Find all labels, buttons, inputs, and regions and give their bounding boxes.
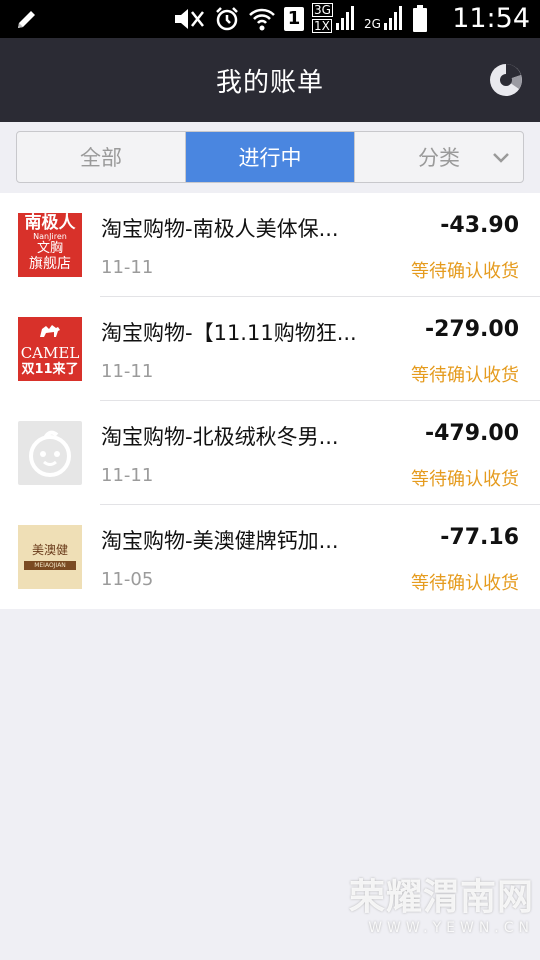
battery-icon [413,5,427,32]
status-bar: 1 3G 1X 2G 11:54 [0,0,540,38]
page-title: 我的账单 [215,68,324,98]
chevron-down-icon [493,153,509,163]
bill-status: 等待确认收货 [411,365,519,386]
bill-date: 11-11 [101,361,154,382]
bill-title: 淘宝购物-北极绒秋冬男... [101,425,339,449]
logo-text: NanJiren [33,232,67,241]
watermark-url: WWW.YEWN.CN [368,920,534,936]
tab-in-progress-label: 进行中 [238,146,302,170]
logo-text: 美澳健 [31,543,68,557]
mute-icon [175,9,204,29]
network-2g-label: 2G [364,17,381,31]
status-icons: 1 3G 1X 2G [172,3,428,33]
bill-date: 11-05 [101,569,154,590]
network-3g-label: 3G [312,3,333,17]
bill-status: 等待确认收货 [411,261,519,282]
pencil-icon [18,11,35,28]
segmented-control: 全部 进行中 分类 [16,131,524,183]
bill-row[interactable]: 南极人 NanJiren 文胸 旗舰店 淘宝购物-南极人美体保... 11-11… [0,193,540,297]
tab-category-label: 分类 [418,146,460,170]
signal-bars-icon [336,6,354,30]
watermark: 荣耀渭南网 WWW.YEWN.CN [334,868,534,938]
network-2g-indicator: 2G [364,5,404,33]
bill-title: 淘宝购物-美澳健牌钙加... [101,529,339,553]
filter-tabs-bar: 全部 进行中 分类 [0,122,540,192]
bill-row[interactable]: 美澳健 MEIAOJIAN 淘宝购物-美澳健牌钙加... 11-05 -77.1… [0,505,540,609]
bill-row[interactable]: CAMEL 双11来了 淘宝购物-【11.11购物狂... 11-11 -279… [0,297,540,401]
sim-slot-badge: 1 [284,7,304,31]
bill-list: 南极人 NanJiren 文胸 旗舰店 淘宝购物-南极人美体保... 11-11… [0,193,540,609]
logo-text: 旗舰店 [29,256,71,272]
merchant-logo: 美澳健 MEIAOJIAN [18,525,82,589]
merchant-logo: 南极人 NanJiren 文胸 旗舰店 [18,213,82,277]
bill-amount: -43.90 [440,213,519,238]
network-1x-label: 1X [312,19,332,33]
logo-text: 文胸 [36,241,63,256]
merchant-logo: CAMEL 双11来了 [18,317,82,381]
bill-date: 11-11 [101,257,154,278]
bill-status: 等待确认收货 [411,573,519,594]
nav-bar: 我的账单 [0,38,540,122]
default-avatar-icon [29,430,71,477]
bill-amount: -479.00 [424,421,519,446]
pie-chart-icon[interactable] [488,62,524,98]
watermark-title: 荣耀渭南网 [348,876,534,918]
camel-icon [40,325,60,337]
bill-amount: -279.00 [424,317,519,342]
logo-text: MEIAOJIAN [24,561,76,570]
logo-text: 双11来了 [21,362,79,377]
network-3g-1x-indicator: 3G 1X [312,3,356,33]
signal-bars-2-icon [384,6,402,30]
bill-title: 淘宝购物-【11.11购物狂... [101,321,357,345]
tab-category[interactable]: 分类 [354,132,523,182]
tab-in-progress[interactable]: 进行中 [185,132,354,182]
tab-all[interactable]: 全部 [17,132,185,182]
wifi-icon [249,8,275,31]
tab-all-label: 全部 [80,146,122,170]
logo-text: CAMEL [20,344,80,362]
alarm-icon [216,7,238,31]
bill-row[interactable]: 淘宝购物-北极绒秋冬男... 11-11 -479.00 等待确认收货 [0,401,540,505]
bill-status: 等待确认收货 [411,469,519,490]
bill-title: 淘宝购物-南极人美体保... [101,217,339,241]
logo-text: 南极人 [24,213,76,233]
status-time: 11:54 [452,3,530,34]
merchant-logo-placeholder [18,421,82,485]
bill-amount: -77.16 [440,525,519,550]
bill-date: 11-11 [101,465,154,486]
